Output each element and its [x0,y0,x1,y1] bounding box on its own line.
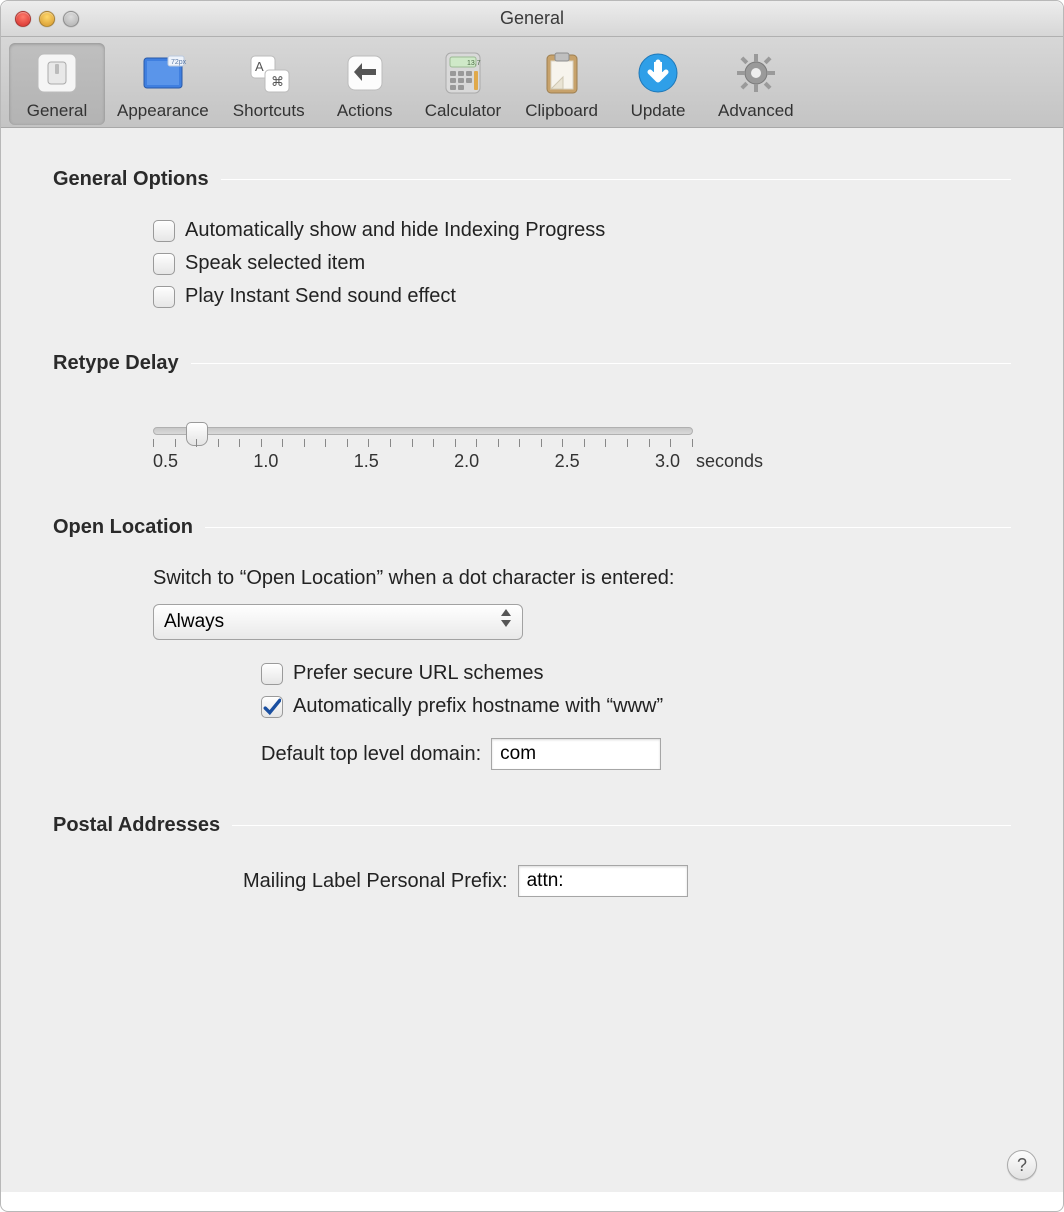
toolbar-tab-actions[interactable]: Actions [317,43,413,125]
slider-tick-label: 3.0 [655,451,680,472]
appearance-icon: 72px [137,47,189,99]
checkbox[interactable] [261,696,283,718]
slider-unit-label: seconds [696,451,763,472]
actions-icon [339,47,391,99]
toolbar-label: Appearance [117,101,209,121]
check-label: Automatically show and hide Indexing Pro… [185,219,605,242]
toolbar-label: Clipboard [525,101,598,121]
slider-tick-label: 2.0 [454,451,554,472]
toolbar-tab-general[interactable]: General [9,43,105,125]
toolbar-label: Shortcuts [233,101,305,121]
shortcuts-icon: A ⌘ [243,47,295,99]
open-location-select[interactable]: Always [153,604,523,640]
section-header-general-options: General Options [53,168,1011,191]
clipboard-icon [536,47,588,99]
checkbox[interactable] [153,253,175,275]
check-row-speak-selected[interactable]: Speak selected item [153,252,1011,275]
gear-icon [730,47,782,99]
slider-tick-label: 0.5 [153,451,253,472]
toolbar-tab-appearance[interactable]: 72px Appearance [105,43,221,125]
tld-label: Default top level domain: [261,743,481,766]
toolbar-label: Calculator [425,101,502,121]
toolbar-label: Update [631,101,686,121]
checkbox[interactable] [261,663,283,685]
check-row-play-sound[interactable]: Play Instant Send sound effect [153,285,1011,308]
check-row-prefix-www[interactable]: Automatically prefix hostname with “www” [153,695,1011,718]
mailing-prefix-input[interactable] [518,865,688,897]
calculator-icon: 13,7 [437,47,489,99]
section-header-open-location: Open Location [53,516,1011,539]
toolbar-label: General [27,101,87,121]
slider-tick-label: 2.5 [555,451,655,472]
slider-tick-label: 1.5 [354,451,454,472]
check-label: Automatically prefix hostname with “www” [293,695,663,718]
section-title: Open Location [53,516,193,539]
svg-text:72px: 72px [171,59,187,66]
titlebar: General [1,1,1063,37]
toolbar-tab-shortcuts[interactable]: A ⌘ Shortcuts [221,43,317,125]
preferences-pane: General Options Automatically show and h… [1,128,1063,1192]
toolbar-tab-update[interactable]: Update [610,43,706,125]
section-title: General Options [53,168,209,191]
tld-input[interactable] [491,738,661,770]
minimize-window-button[interactable] [39,11,55,27]
retype-delay-slider[interactable] [153,427,693,435]
check-label: Prefer secure URL schemes [293,662,543,685]
updown-arrows-icon [498,609,514,627]
divider [221,179,1011,180]
help-button[interactable]: ? [1007,1150,1037,1180]
switch-icon [31,47,83,99]
divider [232,825,1011,826]
svg-text:⌘: ⌘ [271,74,284,89]
slider-labels: 0.5 1.0 1.5 2.0 2.5 3.0 seconds [153,451,763,472]
section-header-postal: Postal Addresses [53,814,1011,837]
update-icon [632,47,684,99]
checkbox[interactable] [153,286,175,308]
section-title: Retype Delay [53,352,179,375]
field-row-tld: Default top level domain: [153,738,1011,770]
prefix-label: Mailing Label Personal Prefix: [243,870,508,893]
svg-text:13,7: 13,7 [467,60,481,67]
check-row-indexing-progress[interactable]: Automatically show and hide Indexing Pro… [153,219,1011,242]
section-title: Postal Addresses [53,814,220,837]
svg-text:A: A [255,59,264,74]
toolbar-label: Advanced [718,101,794,121]
preferences-toolbar: General 72px Appearance A ⌘ Shortcuts [1,37,1063,128]
field-row-prefix: Mailing Label Personal Prefix: [153,865,1011,897]
toolbar-tab-calculator[interactable]: 13,7 Calculator [413,43,514,125]
close-window-button[interactable] [15,11,31,27]
toolbar-tab-clipboard[interactable]: Clipboard [513,43,610,125]
check-row-prefer-secure[interactable]: Prefer secure URL schemes [153,662,1011,685]
divider [191,363,1011,364]
traffic-lights [15,11,79,27]
check-label: Play Instant Send sound effect [185,285,456,308]
section-header-retype-delay: Retype Delay [53,352,1011,375]
window-title: General [1,8,1063,29]
slider-tick-label: 1.0 [253,451,353,472]
help-icon: ? [1017,1155,1027,1176]
checkbox[interactable] [153,220,175,242]
divider [205,527,1011,528]
check-label: Speak selected item [185,252,365,275]
toolbar-tab-advanced[interactable]: Advanced [706,43,806,125]
toolbar-label: Actions [337,101,393,121]
select-value: Always [164,611,224,633]
zoom-window-button[interactable] [63,11,79,27]
open-location-description: Switch to “Open Location” when a dot cha… [153,567,1011,590]
slider-ticks [153,439,693,447]
